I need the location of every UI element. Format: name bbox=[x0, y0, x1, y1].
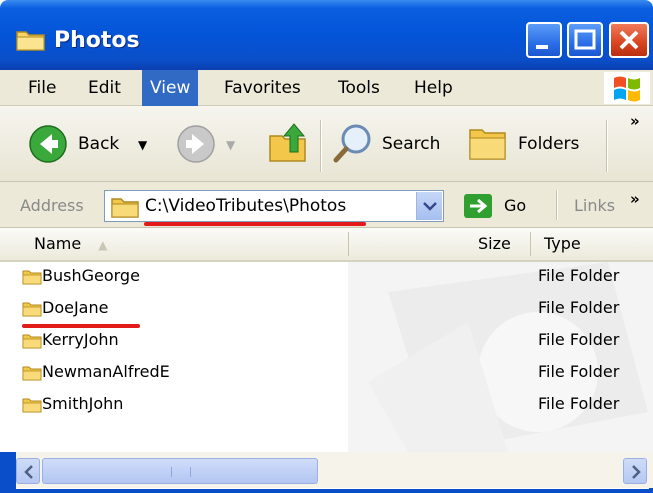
sort-up-icon: ▲ bbox=[98, 238, 108, 252]
toolbar-separator bbox=[606, 120, 608, 172]
column-divider[interactable] bbox=[530, 232, 531, 256]
minimize-button[interactable] bbox=[526, 22, 562, 58]
folders-button[interactable]: Folders bbox=[466, 106, 590, 182]
list-item[interactable]: BushGeorge File Folder bbox=[0, 262, 653, 294]
column-header-type[interactable]: Type bbox=[534, 228, 644, 260]
maximize-button[interactable] bbox=[567, 22, 603, 58]
toolbar-separator bbox=[320, 120, 322, 172]
file-name: BushGeorge bbox=[42, 266, 140, 285]
folders-icon bbox=[469, 129, 506, 160]
column-name-label: Name bbox=[34, 234, 82, 253]
column-header-name[interactable]: Name ▲ bbox=[24, 228, 348, 260]
links-button[interactable]: Links bbox=[574, 196, 615, 215]
standard-toolbar: Back ▼ ▼ Search Folders » bbox=[0, 106, 653, 182]
menu-favorites[interactable]: Favorites bbox=[216, 70, 309, 106]
column-header-size[interactable]: Size bbox=[468, 228, 528, 260]
window-frame-bottom bbox=[0, 489, 653, 493]
address-dropdown-button[interactable] bbox=[416, 192, 442, 220]
scroll-right-button[interactable] bbox=[623, 458, 647, 484]
up-folder-button[interactable] bbox=[266, 106, 312, 182]
chevron-down-icon bbox=[423, 202, 437, 211]
up-folder-icon bbox=[269, 123, 306, 162]
list-item[interactable]: KerryJohn File Folder bbox=[0, 326, 653, 358]
address-input[interactable]: C:\VideoTributes\Photos bbox=[104, 190, 444, 222]
scroll-grip bbox=[171, 467, 191, 477]
file-name: SmithJohn bbox=[42, 394, 124, 413]
scroll-thumb[interactable] bbox=[42, 458, 318, 484]
window-title: Photos bbox=[54, 28, 140, 53]
go-arrow-icon[interactable] bbox=[464, 194, 492, 218]
column-header-row: Name ▲ Size Type bbox=[0, 228, 653, 262]
menu-bar: File Edit View Favorites Tools Help bbox=[0, 70, 653, 106]
back-dropdown-icon[interactable]: ▼ bbox=[138, 138, 147, 152]
forward-button[interactable]: ▼ bbox=[172, 106, 248, 182]
list-item[interactable]: NewmanAlfredE File Folder bbox=[0, 358, 653, 390]
forward-dropdown-icon[interactable]: ▼ bbox=[226, 138, 235, 152]
toolbar-overflow-chevron-icon[interactable]: » bbox=[630, 112, 640, 130]
menu-view[interactable]: View bbox=[142, 70, 199, 106]
folder-icon bbox=[16, 28, 46, 52]
go-button[interactable]: Go bbox=[504, 196, 526, 215]
list-item[interactable]: SmithJohn File Folder bbox=[0, 390, 653, 422]
back-label: Back bbox=[78, 134, 120, 154]
file-name: NewmanAlfredE bbox=[42, 362, 170, 381]
address-separator bbox=[556, 190, 558, 220]
folder-icon bbox=[22, 366, 42, 381]
list-item[interactable]: DoeJane File Folder bbox=[0, 294, 653, 326]
search-icon bbox=[333, 124, 371, 163]
back-button[interactable]: Back ▼ bbox=[24, 106, 160, 182]
menu-tools[interactable]: Tools bbox=[330, 70, 388, 106]
red-underline-annotation bbox=[22, 324, 140, 328]
close-button[interactable] bbox=[609, 22, 649, 58]
windows-logo-icon bbox=[604, 72, 650, 104]
address-value: C:\VideoTributes\Photos bbox=[145, 196, 347, 216]
folder-icon bbox=[22, 302, 42, 317]
file-type: File Folder bbox=[538, 298, 620, 317]
file-type: File Folder bbox=[538, 330, 620, 349]
scroll-left-button[interactable] bbox=[16, 458, 40, 484]
back-arrow-icon bbox=[29, 125, 67, 163]
folders-label: Folders bbox=[518, 134, 580, 154]
links-overflow-chevron-icon[interactable]: » bbox=[630, 190, 640, 208]
file-type: File Folder bbox=[538, 266, 620, 285]
title-bar[interactable]: Photos bbox=[0, 0, 653, 70]
address-label: Address bbox=[20, 196, 84, 215]
forward-arrow-icon bbox=[177, 125, 215, 163]
folder-icon bbox=[22, 398, 42, 413]
red-underline-annotation bbox=[144, 222, 366, 226]
menu-edit[interactable]: Edit bbox=[80, 70, 129, 106]
file-name: DoeJane bbox=[42, 298, 109, 317]
menu-help[interactable]: Help bbox=[406, 70, 461, 106]
folder-icon bbox=[22, 334, 42, 349]
search-label: Search bbox=[382, 134, 441, 154]
search-button[interactable]: Search bbox=[330, 106, 458, 182]
column-divider[interactable] bbox=[348, 232, 349, 256]
folder-icon bbox=[22, 270, 42, 285]
file-type: File Folder bbox=[538, 394, 620, 413]
horizontal-scrollbar[interactable] bbox=[16, 452, 653, 488]
file-type: File Folder bbox=[538, 362, 620, 381]
menu-file[interactable]: File bbox=[20, 70, 64, 106]
file-list: BushGeorge File Folder DoeJane File Fold… bbox=[0, 262, 653, 452]
folder-icon bbox=[111, 198, 139, 218]
file-name: KerryJohn bbox=[42, 330, 119, 349]
